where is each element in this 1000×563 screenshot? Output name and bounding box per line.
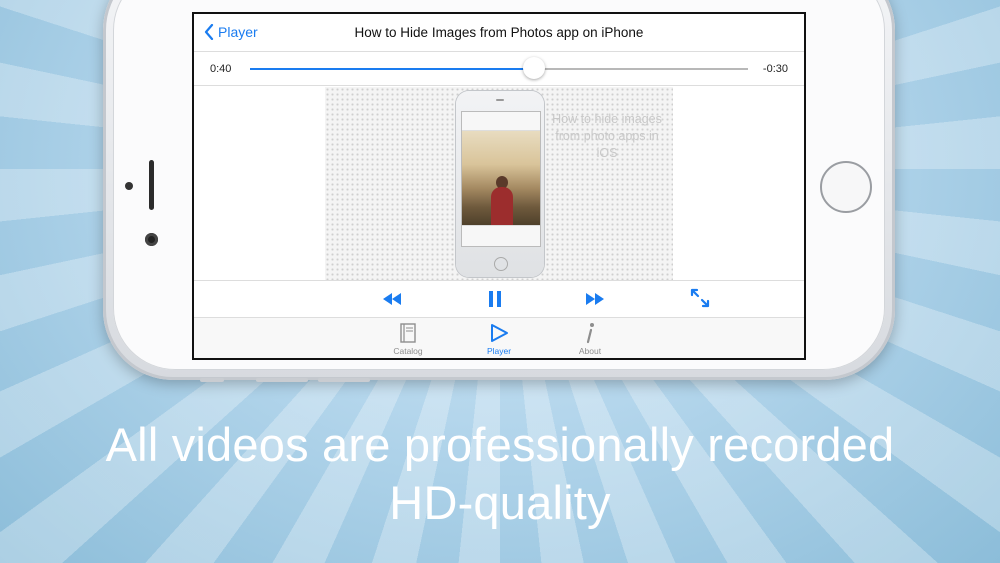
proximity-sensor (125, 182, 133, 190)
video-nav-bar (462, 118, 540, 131)
headline-line-1: All videos are professionally recorded (105, 418, 895, 471)
pause-button[interactable] (484, 290, 506, 308)
video-iphone-speaker (496, 99, 504, 101)
video-frame[interactable]: How to hide images from photo apps in iO… (325, 87, 673, 280)
playback-controls (194, 280, 804, 318)
book-icon (400, 323, 416, 343)
pause-icon (489, 291, 501, 307)
info-icon (586, 323, 594, 344)
home-button[interactable] (820, 161, 872, 213)
app-screen: Player How to Hide Images from Photos ap… (192, 12, 806, 360)
scrubber-bar: 0:40 -0:30 (194, 52, 804, 86)
page-title: How to Hide Images from Photos app on iP… (354, 25, 644, 40)
video-toolbar (462, 225, 540, 246)
volume-button (200, 378, 224, 382)
progress-slider[interactable] (250, 57, 748, 79)
volume-button (256, 378, 308, 382)
rewind-icon (383, 293, 401, 305)
video-iphone-image (456, 91, 544, 277)
video-photo (462, 131, 540, 227)
fast-forward-button[interactable] (584, 290, 606, 308)
tab-player[interactable]: Player (469, 322, 529, 356)
video-caption: How to hide images from photo apps in iO… (552, 112, 662, 160)
tab-bar: Catalog Player About (194, 318, 804, 358)
remaining-time: -0:30 (762, 63, 788, 75)
headline-line-2: HD-quality (389, 476, 611, 529)
video-iphone-home-button (494, 257, 508, 271)
volume-button (318, 378, 370, 382)
fullscreen-button[interactable] (690, 288, 710, 308)
fullscreen-icon (690, 288, 710, 308)
progress-fill (250, 68, 534, 70)
play-icon (491, 324, 508, 342)
slider-thumb[interactable] (522, 57, 545, 79)
elapsed-time: 0:40 (210, 63, 232, 75)
rewind-button[interactable] (381, 290, 403, 308)
tab-about-label: About (578, 346, 602, 356)
tab-player-label: Player (486, 346, 512, 356)
tab-catalog-label: Catalog (393, 346, 423, 356)
earpiece-speaker (149, 160, 154, 210)
front-camera (145, 233, 158, 246)
tab-about[interactable]: About (560, 322, 620, 356)
video-iphone-screen (461, 111, 541, 247)
photo-person (491, 187, 513, 227)
tab-catalog[interactable]: Catalog (378, 322, 438, 356)
fast-forward-icon (586, 293, 604, 305)
navigation-bar: Player How to Hide Images from Photos ap… (194, 14, 804, 52)
